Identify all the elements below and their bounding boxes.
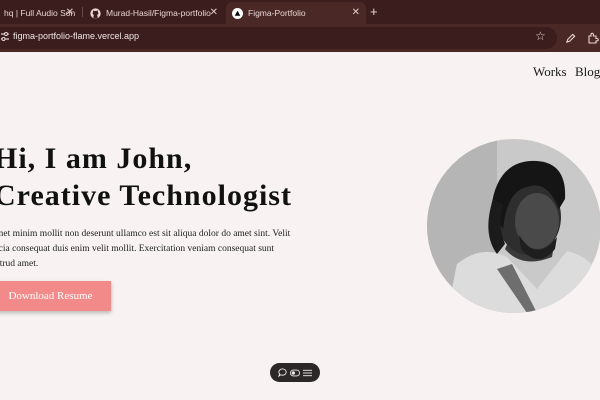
download-resume-button[interactable]: Download Resume	[0, 281, 111, 311]
comment-icon[interactable]	[277, 368, 287, 377]
tab-audio[interactable]: hq | Full Audio Son ✕	[0, 2, 80, 24]
edit-pen-icon[interactable]	[565, 31, 576, 49]
floating-toolbar	[270, 363, 320, 382]
bookmark-star-icon[interactable]: ☆	[535, 29, 546, 43]
toggle-icon[interactable]	[289, 369, 300, 377]
tab-title: Figma-Portfolio	[248, 8, 306, 18]
profile-photo	[427, 139, 600, 313]
extensions-icon[interactable]	[587, 31, 599, 49]
tab-figma-portfolio[interactable]: Figma-Portfolio ✕	[226, 2, 366, 24]
site-info-icon[interactable]	[0, 30, 12, 44]
close-icon[interactable]: ✕	[352, 7, 360, 18]
nav-works-link[interactable]: Works	[533, 64, 567, 80]
tab-divider	[82, 7, 83, 17]
url-text[interactable]: figma-portfolio-flame.vercel.app	[13, 31, 139, 41]
close-icon[interactable]: ✕	[66, 7, 74, 18]
vercel-icon	[232, 7, 243, 19]
hero-description-line-2: icia consequat duis enim velit mollit. E…	[0, 244, 275, 254]
hero-description-line-3: strud amet.	[0, 259, 39, 269]
close-icon[interactable]: ✕	[210, 7, 218, 18]
github-icon	[90, 7, 101, 19]
hero-description-line-1: met minim mollit non deserunt ullamco es…	[0, 229, 291, 239]
menu-icon[interactable]	[303, 369, 313, 377]
new-tab-button[interactable]: +	[370, 4, 378, 19]
hero-title-line-1: Hi, I am John,	[0, 142, 193, 175]
hero-title: Hi, I am John, Creative Technologist	[0, 140, 292, 214]
tab-title: hq | Full Audio Son	[4, 8, 76, 18]
nav-blog-link[interactable]: Blog	[575, 64, 600, 80]
hero-description: met minim mollit non deserunt ullamco es…	[0, 227, 306, 272]
browser-tab-bar: hq | Full Audio Son ✕ Murad-Hasil/Figma-…	[0, 0, 600, 24]
tab-title: Murad-Hasil/Figma-portfolio	[106, 8, 211, 18]
hero-title-line-2: Creative Technologist	[0, 179, 292, 212]
tab-github[interactable]: Murad-Hasil/Figma-portfolio ✕	[84, 2, 224, 24]
